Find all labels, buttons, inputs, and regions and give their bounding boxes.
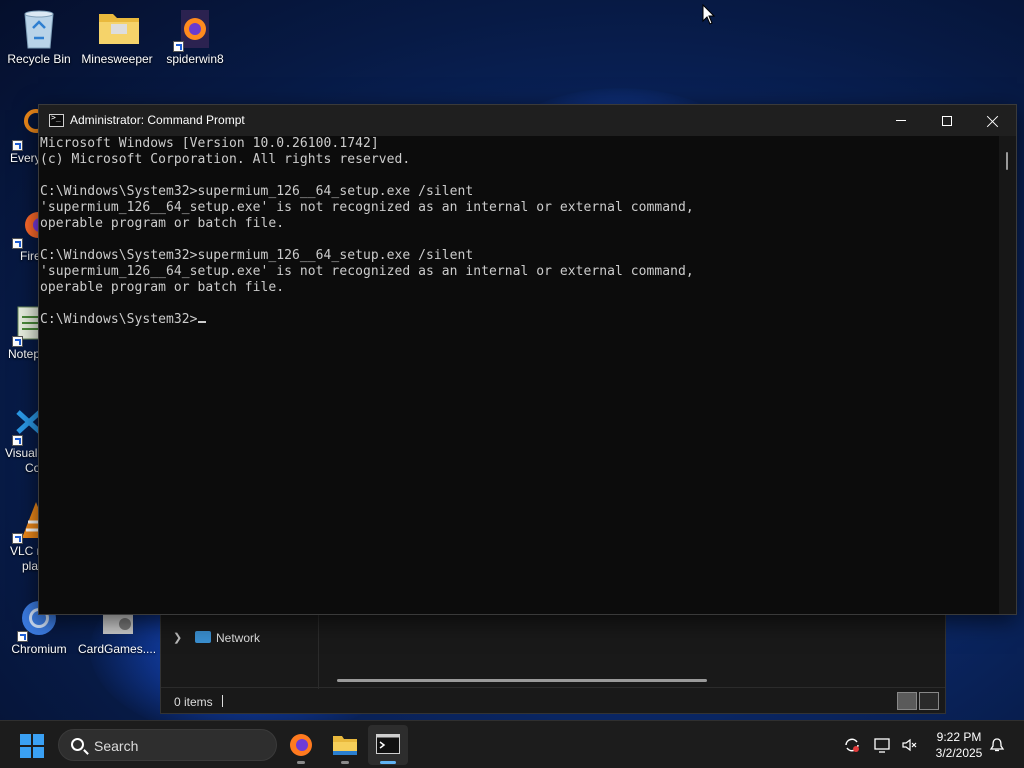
volume-muted-icon[interactable] [901,737,919,753]
file-explorer-window[interactable]: ❯ Network 0 items [160,612,946,714]
mouse-pointer-icon [702,4,716,25]
sync-icon[interactable] [843,737,861,753]
desktop-icon-vlc[interactable]: VLC m pla [0,500,50,574]
firefox-icon [173,8,215,52]
console-line: operable program or batch file. [40,280,285,295]
folder-icon [97,8,139,48]
large-icons-view-button[interactable] [919,692,939,710]
console-line: 'supermium_126__64_setup.exe' is not rec… [40,264,694,279]
taskbar-app-command-prompt[interactable] [368,725,408,765]
desktop-icon-recycle-bin[interactable]: Recycle Bin [0,8,78,66]
minimize-button[interactable] [878,105,924,136]
running-indicator [297,761,305,764]
command-prompt-window[interactable]: Administrator: Command Prompt Microsoft … [38,104,1017,615]
maximize-button[interactable] [924,105,970,136]
console-line: Microsoft Windows [Version 10.0.26100.17… [40,136,379,151]
console-line: operable program or batch file. [40,216,285,231]
desktop-icon-label: Every [10,151,41,165]
clock-time: 9:22 PM [936,730,982,744]
network-icon [195,631,211,643]
search-icon [71,738,84,751]
desktop-icon-firefox[interactable]: Fire [0,205,51,263]
desktop-icon-label: Minesweeper [81,52,153,66]
shortcut-arrow-icon [17,631,28,642]
terminal-icon [49,113,64,127]
recycle-bin-icon [19,8,59,49]
navigation-pane: ❯ Network [161,613,319,689]
desktop-icon-notepad[interactable]: Notep [0,303,45,361]
shortcut-arrow-icon [12,533,23,544]
taskbar-search-box[interactable]: Search [58,729,277,761]
status-separator [222,695,223,707]
search-placeholder: Search [94,738,139,754]
display-icon[interactable] [874,737,892,753]
console-line: (c) Microsoft Corporation. All rights re… [40,152,411,167]
firefox-icon [290,734,312,756]
close-button[interactable] [970,105,1016,136]
prompt-text: C:\Windows\System32> [40,312,198,327]
desktop-icon-spiderwin8[interactable]: spiderwin8 [156,8,234,66]
desktop-icon-label: VLC m pla [0,544,47,574]
window-title: Administrator: Command Prompt [70,113,245,127]
console-line: 'supermium_126__64_setup.exe' is not rec… [40,200,694,215]
details-view-button[interactable] [897,692,917,710]
horizontal-scrollbar[interactable] [337,679,707,682]
shortcut-arrow-icon [12,238,23,249]
desktop-icon-label-line1: Visual [5,446,38,460]
system-clock[interactable]: 9:22 PM 3/2/2025 [924,729,994,761]
maximize-icon [942,115,952,126]
taskbar-app-firefox[interactable] [281,725,321,765]
folder-icon [333,736,357,755]
clock-date: 3/2/2025 [935,746,983,760]
desktop-icon-label: Fire [20,249,41,263]
desktop-icon-label: Chromium [11,642,67,656]
shortcut-arrow-icon [173,41,184,52]
item-count: 0 items [174,695,213,709]
running-indicator [341,761,349,764]
desktop-icon-everything[interactable]: Every [0,107,48,165]
desktop-icon-label: spiderwin8 [166,52,224,66]
console-line: C:\Windows\System32>supermium_126__64_se… [40,248,474,263]
console-line: C:\Windows\System32>supermium_126__64_se… [40,184,474,199]
chevron-right-icon[interactable]: ❯ [173,631,182,644]
desktop-icon-label-line2: pla [22,559,39,573]
taskbar: Search 9:22 PM 3/2/2025 [0,720,1024,768]
close-icon [987,115,999,127]
desktop-icon-minesweeper[interactable]: Minesweeper [78,8,156,66]
shortcut-arrow-icon [12,336,23,347]
minimize-icon [896,120,906,121]
desktop-icon-label: Recycle Bin [7,52,71,66]
desktop-icon-label: CardGames.... [78,642,157,656]
windows-start-icon[interactable] [20,734,44,758]
desktop-icon-vscode[interactable]: Visual Co [0,402,42,476]
status-bar: 0 items [161,687,945,713]
command-prompt-line[interactable]: C:\Windows\System32> [40,312,1000,328]
desktop-icon-label-line2: Co [25,461,41,475]
nav-item-network[interactable]: Network [216,631,260,645]
console-output[interactable]: Microsoft Windows [Version 10.0.26100.17… [40,136,1000,614]
vertical-scrollbar[interactable] [999,136,1016,614]
desktop-icon-label: Visual Co [0,446,40,476]
text-cursor [197,321,206,323]
title-bar[interactable]: Administrator: Command Prompt [39,105,1016,136]
scrollbar-thumb[interactable] [1006,152,1008,170]
shortcut-arrow-icon [12,140,23,151]
shortcut-arrow-icon [12,435,23,446]
notification-bell-icon[interactable] [988,737,1006,753]
running-indicator [380,761,396,764]
taskbar-app-file-explorer[interactable] [325,725,365,765]
terminal-icon [376,734,400,754]
desktop-icon-label: Notep [8,347,41,361]
